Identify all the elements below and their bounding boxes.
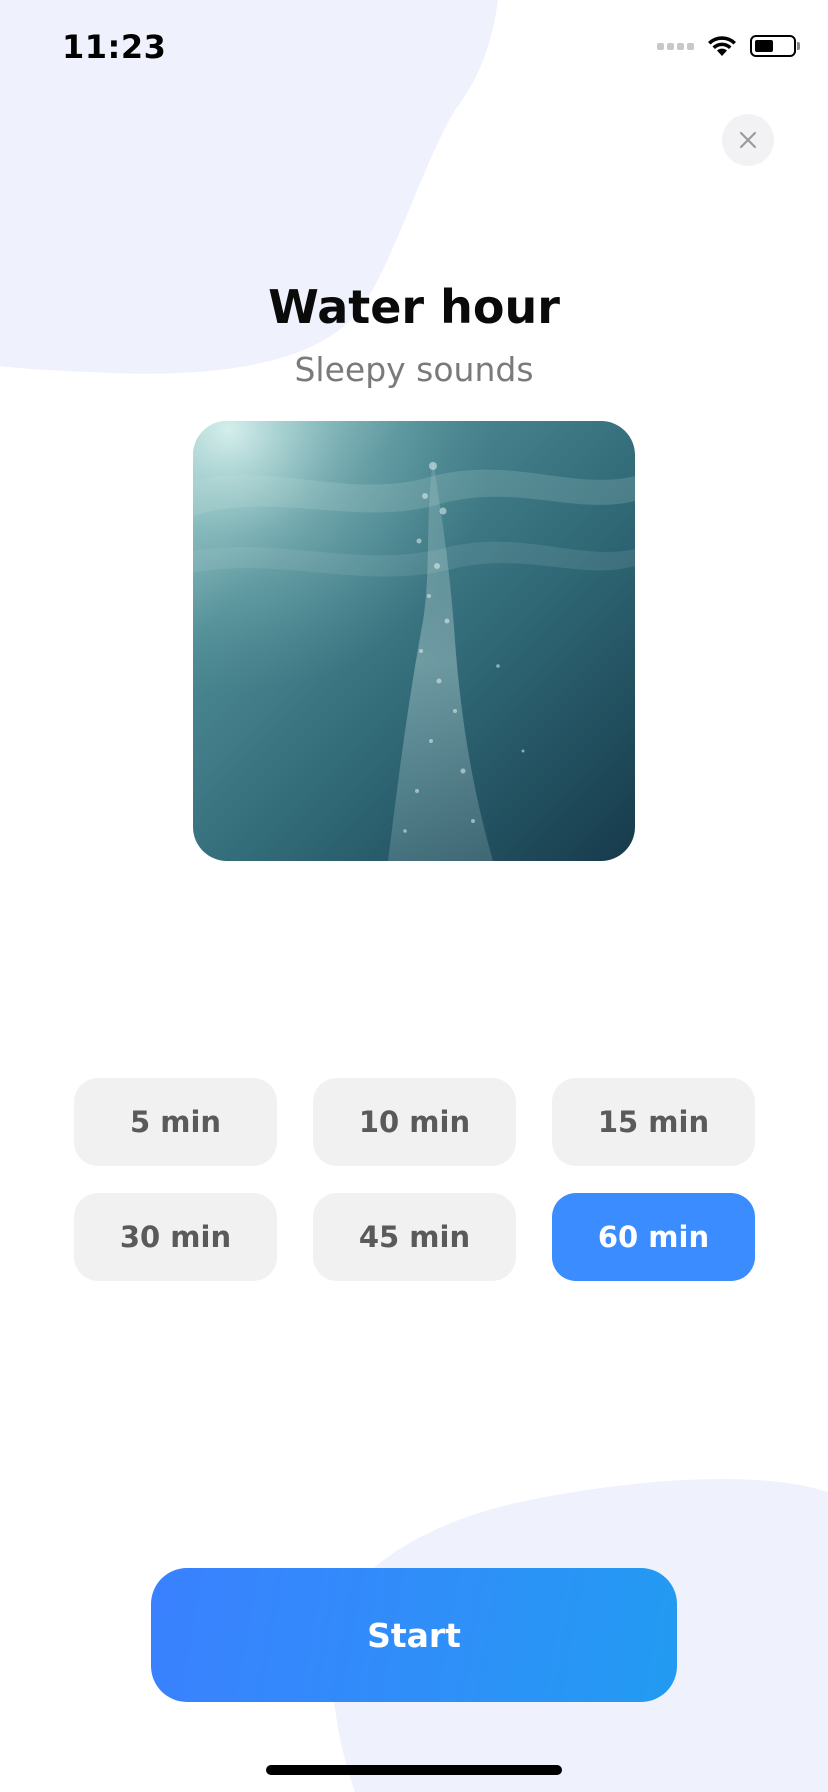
duration-option-60-min[interactable]: 60 min (552, 1193, 755, 1281)
duration-options: 5 min 10 min 15 min 30 min 45 min 60 min (74, 1078, 755, 1281)
wifi-icon (708, 36, 736, 56)
duration-option-30-min[interactable]: 30 min (74, 1193, 277, 1281)
duration-option-45-min[interactable]: 45 min (313, 1193, 516, 1281)
status-time: 11:23 (62, 28, 167, 66)
duration-option-10-min[interactable]: 10 min (313, 1078, 516, 1166)
background-blobs (0, 0, 828, 1792)
close-button[interactable] (722, 114, 774, 166)
duration-option-5-min[interactable]: 5 min (74, 1078, 277, 1166)
sound-artwork (193, 421, 635, 861)
battery-icon (750, 35, 800, 57)
sound-subtitle: Sleepy sounds (294, 350, 534, 389)
status-icons (657, 34, 800, 58)
duration-option-15-min[interactable]: 15 min (552, 1078, 755, 1166)
sleep-sound-screen: 11:23 Water hour Sleepy sounds 5 min 10 … (0, 0, 828, 1792)
home-indicator[interactable] (266, 1765, 562, 1775)
close-icon (739, 131, 757, 149)
signal-icon (657, 42, 694, 50)
sound-title: Water hour (268, 280, 560, 334)
start-button[interactable]: Start (151, 1568, 677, 1702)
